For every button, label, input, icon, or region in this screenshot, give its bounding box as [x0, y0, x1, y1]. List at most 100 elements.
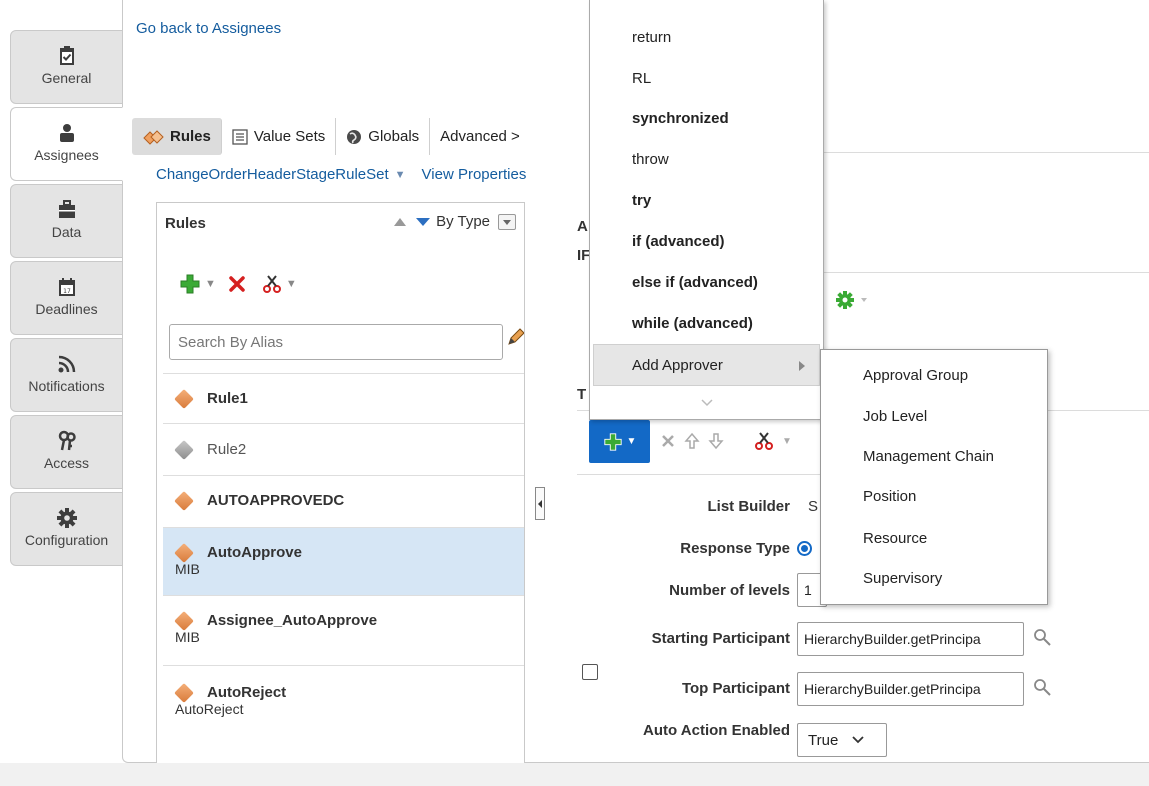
vertical-tab-strip: General Assignees Data 17 Deadlines Noti…: [10, 0, 123, 786]
action-toolbar: ▼: [660, 431, 800, 451]
add-action-button[interactable]: ▼: [589, 420, 650, 463]
tab-configuration[interactable]: Configuration: [10, 492, 123, 566]
rule-alias: MIB: [175, 561, 200, 577]
response-type-radio[interactable]: [797, 541, 812, 556]
cut-icon[interactable]: [262, 274, 282, 294]
briefcase-icon: [58, 200, 75, 218]
view-properties-link[interactable]: View Properties: [422, 166, 527, 183]
gear-icon: [56, 508, 77, 528]
rule-alias: MIB: [175, 629, 200, 645]
search-icon[interactable]: [1033, 628, 1053, 648]
response-type-label: Response Type: [680, 540, 790, 557]
tab-assignees[interactable]: Assignees: [10, 107, 123, 181]
add-icon: [603, 432, 622, 451]
tab-value-sets[interactable]: Value Sets: [222, 118, 337, 155]
menu-item-while-advanced[interactable]: while (advanced): [632, 315, 753, 332]
row-checkbox[interactable]: [582, 664, 598, 680]
tab-deadlines[interactable]: 17 Deadlines: [10, 261, 123, 335]
tab-access[interactable]: Access: [10, 415, 123, 489]
list-icon: [232, 128, 248, 145]
menu-item-synchronized[interactable]: synchronized: [632, 110, 729, 127]
tab-globals-label: Globals: [368, 128, 420, 145]
tab-rules[interactable]: Rules: [132, 118, 222, 155]
search-icon[interactable]: [1033, 678, 1053, 698]
top-participant-input[interactable]: [797, 672, 1024, 706]
submenu-item-management-chain[interactable]: Management Chain: [863, 448, 994, 465]
chevron-down-icon[interactable]: ▼: [395, 169, 406, 181]
back-to-assignees-link[interactable]: Go back to Assignees: [136, 20, 281, 37]
menu-item-return[interactable]: return: [632, 29, 671, 46]
pencil-icon[interactable]: [506, 327, 525, 347]
delete-icon[interactable]: [660, 433, 676, 449]
submenu-item-approval-group[interactable]: Approval Group: [863, 367, 968, 384]
chevron-down-icon[interactable]: ▼: [782, 436, 792, 447]
chevron-down-icon[interactable]: ▼: [205, 278, 216, 290]
list-builder-label: List Builder: [707, 498, 790, 515]
divider: [822, 272, 1149, 273]
tab-general[interactable]: General: [10, 30, 123, 104]
tab-data[interactable]: Data: [10, 184, 123, 258]
rule-icon: [174, 490, 194, 511]
menu-item-try[interactable]: try: [632, 192, 651, 209]
chevron-right-icon: [799, 361, 805, 371]
submenu-item-position[interactable]: Position: [863, 488, 916, 505]
rule-icon: [174, 610, 194, 631]
rule-row-rule2[interactable]: Rule2: [163, 423, 524, 475]
tab-access-label: Access: [43, 455, 90, 471]
tab-data-label: Data: [51, 224, 82, 240]
tab-advanced[interactable]: Advanced >: [430, 118, 530, 155]
list-builder-value: S: [808, 498, 819, 515]
tab-general-label: General: [41, 70, 92, 86]
menu-item-else-if-advanced[interactable]: else if (advanced): [632, 274, 758, 291]
search-by-alias-input[interactable]: [169, 324, 503, 360]
submenu-item-supervisory[interactable]: Supervisory: [863, 570, 942, 587]
add-rule-icon[interactable]: [179, 273, 201, 295]
menu-item-rl[interactable]: RL: [632, 70, 651, 87]
submenu-item-job-level[interactable]: Job Level: [863, 408, 927, 425]
rule-row-autoapprovedc[interactable]: AUTOAPPROVEDC: [163, 475, 524, 527]
rule-alias: AutoReject: [175, 701, 244, 717]
rule-name: Rule1: [207, 390, 248, 407]
submenu-item-resource[interactable]: Resource: [863, 530, 927, 547]
sort-ascending-icon[interactable]: [394, 217, 407, 226]
divider: [577, 474, 822, 475]
ruleset-bar: ChangeOrderHeaderStageRuleSet ▼ View Pro…: [156, 166, 526, 183]
move-up-icon[interactable]: [684, 432, 700, 450]
rule-name: AUTOAPPROVEDC: [207, 492, 345, 509]
clipboard-check-icon: [59, 46, 74, 65]
auto-action-enabled-select[interactable]: True: [797, 723, 887, 757]
rule-name: Assignee_AutoApprove: [207, 612, 378, 629]
chevron-down-icon[interactable]: ▼: [286, 278, 297, 290]
rule-row-assignee-autoapprove[interactable]: Assignee_AutoApprove MIB: [163, 595, 524, 665]
settings-icon[interactable]: [836, 290, 870, 310]
sort-dropdown-button[interactable]: [498, 213, 516, 230]
divider: [822, 152, 1149, 153]
rules-toolbar: ▼ ▼: [179, 273, 309, 295]
cut-icon[interactable]: [754, 431, 774, 451]
rule-row-rule1[interactable]: Rule1: [163, 373, 524, 423]
rule-name: AutoReject: [207, 684, 287, 701]
ruleset-selector[interactable]: ChangeOrderHeaderStageRuleSet: [156, 166, 389, 183]
calendar-icon: 17: [58, 278, 75, 296]
menu-item-if-advanced[interactable]: if (advanced): [632, 233, 725, 250]
sort-label: By Type: [436, 213, 490, 230]
then-label-partial: T: [577, 386, 587, 403]
starting-participant-input[interactable]: [797, 622, 1024, 656]
rule-row-autoreject[interactable]: AutoReject AutoReject: [163, 665, 524, 763]
tab-notifications[interactable]: Notifications: [10, 338, 123, 412]
rule-row-autoapprove[interactable]: AutoApprove MIB: [163, 527, 524, 595]
menu-item-throw[interactable]: throw: [632, 151, 669, 168]
tab-deadlines-label: Deadlines: [35, 301, 98, 317]
tab-value-sets-label: Value Sets: [253, 128, 326, 145]
sort-descending-icon[interactable]: [416, 217, 431, 226]
delete-rule-icon[interactable]: [228, 275, 246, 293]
move-down-icon[interactable]: [708, 432, 724, 450]
tab-globals[interactable]: Globals: [336, 118, 431, 155]
tab-assignees-label: Assignees: [34, 147, 99, 163]
panel-splitter-handle[interactable]: [535, 487, 545, 520]
scroll-down-icon[interactable]: [700, 398, 714, 408]
rules-panel: Rules By Type ▼ ▼ Rule1 Rule2 AUTOAPPROV…: [156, 202, 525, 763]
rule-icon: [174, 682, 194, 703]
menu-item-add-approver[interactable]: Add Approver: [593, 344, 820, 386]
rule-tabs-toolbar: Rules Value Sets Globals Advanced >: [132, 118, 530, 155]
